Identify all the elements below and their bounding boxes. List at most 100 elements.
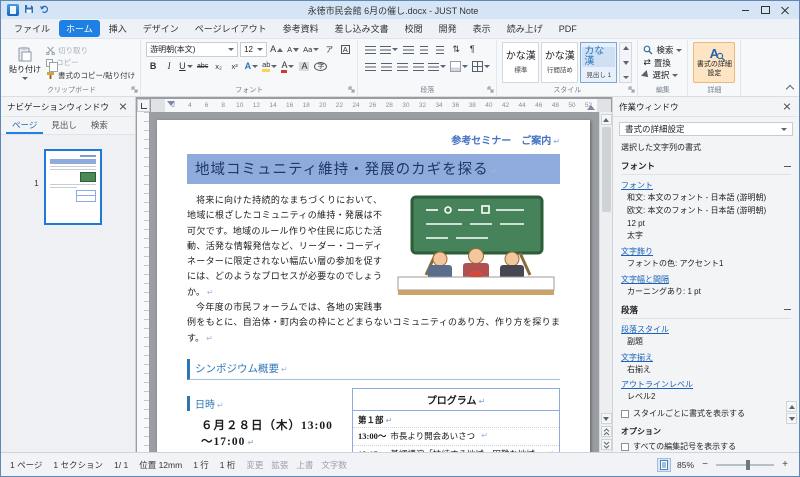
section-heading[interactable]: シンポジウム概要	[187, 358, 560, 380]
shrink-font-button[interactable]: A	[286, 42, 300, 57]
align-left-icon[interactable]	[363, 59, 377, 74]
previous-page-icon[interactable]	[600, 426, 612, 437]
font-family-select[interactable]: 游明朝(本文)	[146, 42, 239, 57]
numbering-icon[interactable]	[379, 42, 399, 57]
status-toggle[interactable]: 文字数	[321, 459, 347, 471]
line-spacing-icon[interactable]	[427, 59, 447, 74]
scroll-down-icon[interactable]	[600, 413, 612, 424]
sub-heading-datetime[interactable]: 日時	[187, 395, 344, 411]
status-toggle[interactable]: 拡張	[271, 459, 288, 471]
paragraph-style-link[interactable]: 段落スタイル	[621, 324, 791, 335]
navigation-tab[interactable]: ページ	[6, 117, 44, 134]
change-case-button[interactable]: Aa	[302, 42, 320, 57]
save-button[interactable]	[24, 4, 34, 16]
zoom-slider-thumb[interactable]	[746, 459, 751, 470]
paragraph-dialog-launcher[interactable]	[487, 85, 494, 95]
font-link[interactable]: フォント	[621, 180, 791, 191]
alignment-link[interactable]: 文字揃え	[621, 352, 791, 363]
status-position[interactable]: 位置 12mm	[139, 459, 182, 471]
status-toggle[interactable]: 変更	[246, 459, 263, 471]
document-subtitle[interactable]: 参考セミナー ご案内	[187, 132, 560, 147]
status-page-count[interactable]: 1 ページ	[10, 459, 42, 471]
borders-icon[interactable]	[471, 59, 491, 74]
font-size-select[interactable]: 12	[240, 42, 268, 57]
task-pane-selector[interactable]: 書式の詳細設定	[619, 122, 793, 136]
program-table[interactable]: プログラム 第１部 13:00～ 市長より開会あいさつ 13:15～ 基調講演「…	[352, 387, 560, 452]
ribbon-tab[interactable]: 表示	[466, 20, 498, 37]
document-page[interactable]: 参考セミナー ご案内 地域コミュニティ維持・発展のカギを探る	[157, 120, 590, 452]
print-layout-view-icon[interactable]	[656, 457, 671, 472]
page-thumbnail[interactable]	[43, 149, 102, 225]
pane-scroll-down-icon[interactable]	[786, 413, 797, 424]
collapse-ribbon-icon[interactable]	[785, 84, 795, 94]
multilevel-list-icon[interactable]	[401, 42, 415, 57]
highlight-button[interactable]: ab	[261, 59, 278, 74]
bold-button[interactable]: B	[146, 59, 160, 74]
paragraph-section-header[interactable]: 段落	[621, 304, 791, 319]
strikethrough-button[interactable]: abc	[196, 59, 210, 74]
bullets-icon[interactable]	[363, 42, 377, 57]
outline-level-link[interactable]: アウトラインレベル	[621, 379, 791, 390]
text-effects-button[interactable]: A	[244, 59, 260, 74]
status-section-count[interactable]: 1 セクション	[53, 459, 103, 471]
format-painter-button[interactable]: 書式のコピー/貼り付け	[46, 69, 135, 81]
indent-marker-left[interactable]	[167, 100, 175, 106]
copy-button[interactable]: コピー	[46, 57, 135, 72]
paste-button[interactable]: 貼り付け	[8, 42, 42, 83]
body-paragraph[interactable]: 今年度の市民フォーラムでは、各地の実践事例をもとに、自治体・町内会の枠にとどまら…	[187, 300, 560, 346]
close-button[interactable]	[776, 3, 795, 18]
status-toggle[interactable]: 上書	[296, 459, 313, 471]
show-style-format-checkbox[interactable]	[621, 409, 629, 418]
subscript-button[interactable]: x₂	[212, 59, 226, 74]
align-center-icon[interactable]	[379, 59, 393, 74]
paste-dropdown-caret[interactable]	[22, 76, 28, 80]
style-gallery-item[interactable]: かな漢 標準	[502, 42, 540, 83]
ribbon-tab[interactable]: PDF	[552, 22, 584, 36]
zoom-percentage[interactable]: 85%	[677, 460, 694, 470]
scrollbar-thumb[interactable]	[601, 127, 611, 212]
cut-button[interactable]: 切り取り	[46, 44, 135, 56]
text-decoration-link[interactable]: 文字飾り	[621, 246, 791, 257]
format-detail-button[interactable]: A 書式の詳細設定	[693, 42, 736, 83]
ribbon-tab[interactable]: デザイン	[136, 20, 186, 37]
styles-more-icon[interactable]	[622, 76, 629, 79]
spacing-link[interactable]: 文字幅と間隔	[621, 274, 791, 285]
ribbon-tab[interactable]: 参考資料	[276, 20, 326, 37]
grow-font-button[interactable]: A	[269, 42, 284, 57]
increase-indent-icon[interactable]	[433, 42, 447, 57]
find-button[interactable]: 検索	[643, 44, 683, 56]
minimize-button[interactable]	[736, 3, 755, 18]
scroll-up-icon[interactable]	[600, 114, 612, 125]
indent-marker-right[interactable]	[587, 104, 595, 110]
font-dialog-launcher[interactable]	[348, 85, 355, 95]
style-gallery-item[interactable]: カな漢 見出し 1	[580, 42, 618, 83]
document-vertical-scrollbar[interactable]	[599, 112, 612, 452]
next-page-icon[interactable]	[600, 439, 612, 450]
ribbon-tab[interactable]: 差し込み文書	[328, 20, 396, 37]
status-page-of[interactable]: 1/ 1	[114, 460, 128, 470]
ruby-button[interactable]: ア	[322, 42, 336, 57]
ribbon-tab[interactable]: 読み上げ	[500, 20, 550, 37]
zoom-slider[interactable]	[716, 459, 774, 470]
ribbon-tab[interactable]: ファイル	[7, 20, 57, 37]
maximize-button[interactable]	[756, 3, 775, 18]
ribbon-tab[interactable]: 校閲	[398, 20, 430, 37]
show-all-marks-checkbox[interactable]	[621, 442, 629, 451]
char-shading-button[interactable]: A	[297, 59, 311, 74]
collapse-section-icon[interactable]	[784, 165, 791, 167]
replace-button[interactable]: ⇄ 置換	[643, 57, 682, 69]
navigation-tab[interactable]: 見出し	[45, 117, 83, 134]
font-section-header[interactable]: フォント	[621, 160, 791, 175]
collapse-section-icon[interactable]	[784, 309, 791, 311]
document-title[interactable]: 地域コミュニティ維持・発展のカギを探る	[187, 154, 560, 184]
status-column[interactable]: 1 桁	[220, 459, 236, 471]
horizontal-ruler[interactable]: 2 4 6 8 10 12 14 16 18 20 22 24 26 28 30 32 34 36 38 40 42 44…	[151, 98, 611, 112]
clipboard-dialog-launcher[interactable]	[131, 85, 138, 95]
ribbon-tab[interactable]: ページレイアウト	[188, 20, 274, 37]
zoom-out-button[interactable]: −	[700, 459, 710, 470]
styles-scroll-up-icon[interactable]	[622, 46, 629, 50]
zoom-in-button[interactable]: +	[780, 459, 790, 470]
navigation-tab[interactable]: 検索	[85, 117, 114, 134]
ribbon-tab[interactable]: ホーム	[59, 20, 100, 37]
enclose-border-button[interactable]: A	[338, 42, 352, 57]
